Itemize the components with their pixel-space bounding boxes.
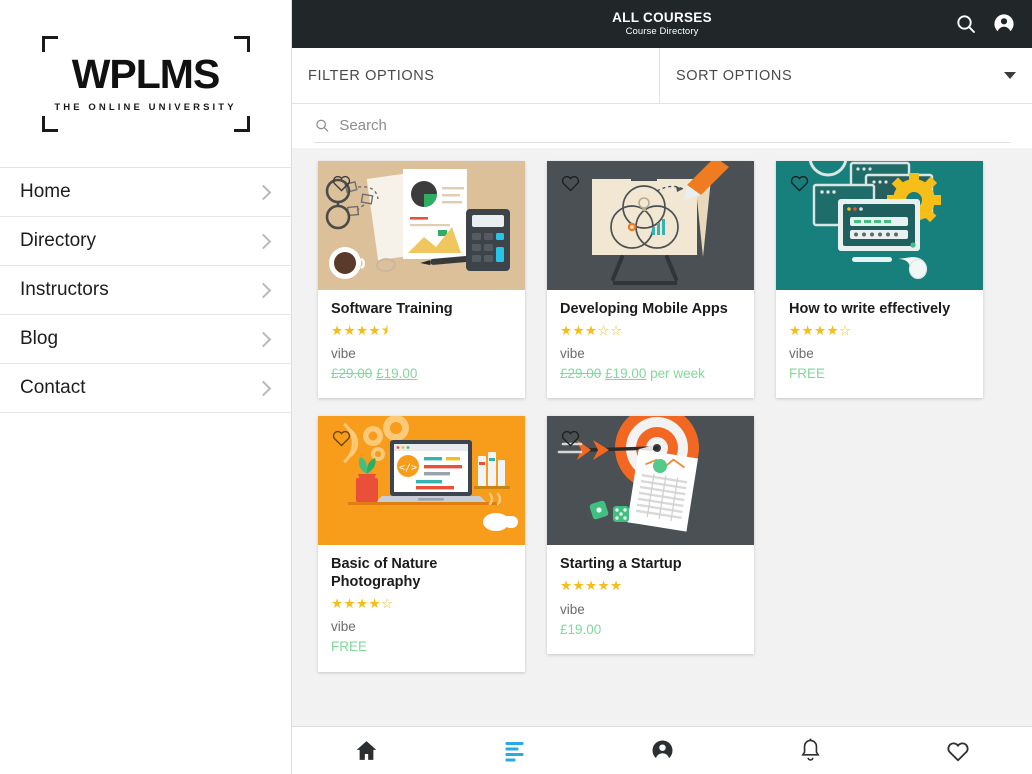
course-thumbnail: </> [318,416,525,546]
search-icon [316,119,329,132]
filter-sort-bar: FILTER OPTIONS SORT OPTIONS [292,48,1032,104]
course-price: FREE [789,365,970,383]
course-price-suffix: per week [646,366,705,382]
course-old-price: £29.00 [560,366,602,382]
bottom-nav-home[interactable] [292,738,440,763]
bottom-nav-account[interactable] [588,738,736,763]
course-thumbnail [547,416,754,546]
bell-icon [800,738,820,761]
chevron-right-icon [255,282,272,298]
course-grid-area: Software Training ★★★★⯨ vibe £29.00 £19.… [292,148,1032,726]
course-price: £29.00 £19.00 per week [560,365,741,383]
app-root: WPLMS THE ONLINE UNIVERSITY Home Directo… [0,0,1032,774]
course-rating: ★★★★☆ [789,322,852,338]
course-title: Starting a Startup [560,556,682,573]
sidebar-item-contact[interactable]: Contact [0,364,291,413]
course-current-price: £19.00 [605,366,647,382]
course-author: vibe [560,346,585,362]
course-rating: ★★★★★ [560,578,623,594]
sidebar-item-blog[interactable]: Blog [0,315,291,364]
course-rating: ★★★☆☆ [560,322,623,338]
course-author: vibe [560,601,585,617]
logo-bracket-top-left-icon [41,35,58,52]
favorite-heart-icon[interactable] [560,173,581,192]
bottom-nav-notifications[interactable] [736,738,884,763]
sidebar-item-instructors[interactable]: Instructors [0,266,291,315]
course-card[interactable]: Software Training ★★★★⯨ vibe £29.00 £19.… [318,161,525,399]
brand-logo[interactable]: WPLMS THE ONLINE UNIVERSITY [0,0,291,168]
logo-tagline: THE ONLINE UNIVERSITY [54,102,237,113]
filter-options-label: FILTER OPTIONS [308,67,435,84]
course-title: How to write effectively [789,301,951,317]
main-panel: ALL COURSES Course Directory FILTER OPTI… [292,0,1032,774]
course-rating: ★★★★⯨ [331,322,389,338]
course-title: Basic of Nature Photography [331,556,438,591]
course-old-price: £29.00 [331,366,373,382]
course-current-price: FREE [789,366,826,382]
course-current-price: FREE [331,639,368,655]
chevron-right-icon [255,331,272,347]
header-title-group: ALL COURSES Course Directory [292,10,1032,37]
sort-options-dropdown[interactable]: SORT OPTIONS [660,48,1032,103]
svg-text:</>: </> [399,463,417,474]
course-grid: Software Training ★★★★⯨ vibe £29.00 £19.… [292,161,1032,672]
logo-bracket-bottom-left-icon [41,115,58,132]
bottom-nav-favorites[interactable] [884,739,1032,762]
chevron-right-icon [255,233,272,249]
bottom-nav-directory[interactable] [440,740,588,762]
sidebar-item-label: Directory [20,230,97,251]
heart-icon [947,742,969,762]
chevron-right-icon [255,380,272,396]
list-directory-icon [505,741,523,761]
search-input[interactable] [339,117,1010,134]
course-author: vibe [331,619,356,635]
favorite-heart-icon[interactable] [560,428,581,447]
logo-bracket-bottom-right-icon [233,115,250,132]
search-icon[interactable] [954,12,978,36]
sidebar-item-directory[interactable]: Directory [0,217,291,266]
logo-bracket-top-right-icon [233,35,250,52]
sidebar-item-label: Contact [20,377,86,398]
account-circle-icon[interactable] [992,12,1016,36]
filter-options-button[interactable]: FILTER OPTIONS [292,48,660,103]
app-header: ALL COURSES Course Directory [292,0,1032,48]
chevron-down-icon [1004,72,1016,79]
course-card[interactable]: Starting a Startup ★★★★★ vibe £19.00 [547,416,754,654]
page-subtitle: Course Directory [625,25,699,37]
chevron-right-icon [255,184,272,200]
sort-options-label: SORT OPTIONS [676,67,793,84]
favorite-heart-icon[interactable] [331,173,352,192]
account-circle-icon [652,740,672,761]
course-thumbnail [776,161,983,290]
sidebar-item-label: Instructors [20,279,109,300]
bottom-navigation [292,726,1032,774]
course-thumbnail [547,161,754,290]
course-price: FREE [331,638,512,656]
course-card[interactable]: Developing Mobile Apps ★★★☆☆ vibe £29.00… [547,161,754,399]
course-title: Developing Mobile Apps [560,301,728,317]
search-bar [292,104,1032,148]
course-author: vibe [331,346,356,362]
sidebar-nav: Home Directory Instructors Blog Contact [0,168,291,413]
course-card[interactable]: How to write effectively ★★★★☆ vibe FREE [776,161,983,399]
favorite-heart-icon[interactable] [331,428,352,447]
course-current-price: £19.00 [376,366,418,382]
course-author: vibe [789,346,814,362]
course-title: Software Training [331,301,453,317]
course-rating: ★★★★☆ [331,595,394,611]
home-icon [356,741,376,760]
sidebar-item-label: Home [20,181,71,202]
sidebar-item-home[interactable]: Home [0,168,291,217]
sidebar: WPLMS THE ONLINE UNIVERSITY Home Directo… [0,0,292,774]
course-current-price: £19.00 [560,621,602,637]
course-thumbnail [318,161,525,290]
logo-wordmark: WPLMS [71,51,221,97]
favorite-heart-icon[interactable] [789,173,810,192]
course-price: £29.00 £19.00 [331,365,512,383]
page-title: ALL COURSES [612,10,712,26]
sidebar-item-label: Blog [20,328,59,349]
course-card[interactable]: </> Basic of Nature Photography ★★★★☆ vi… [318,416,525,672]
course-price: £19.00 [560,621,741,639]
